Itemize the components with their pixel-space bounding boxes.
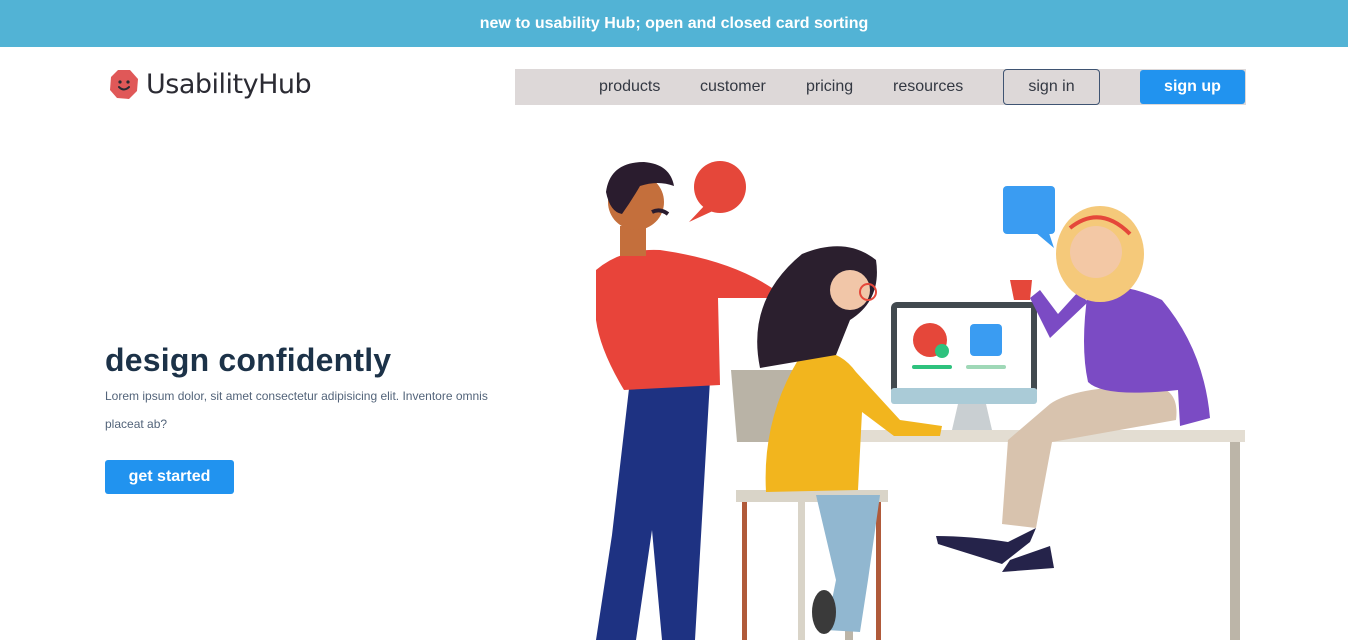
hero-title: design confidently xyxy=(105,342,392,378)
team-collaboration-illustration xyxy=(596,161,1245,640)
nav-link-products[interactable]: products xyxy=(599,69,660,105)
announcement-bar: new to usability Hub; open and closed ca… xyxy=(0,0,1348,47)
announcement-text: new to usability Hub; open and closed ca… xyxy=(479,14,869,32)
main-nav: products customer pricing resources sign… xyxy=(515,69,1246,105)
brand-logo[interactable]: UsabilityHub xyxy=(108,68,312,100)
sign-in-button[interactable]: sign in xyxy=(1003,69,1100,105)
nav-link-resources[interactable]: resources xyxy=(893,69,963,105)
brand-name: UsabilityHub xyxy=(146,68,312,100)
red-speech-bubble-icon xyxy=(689,161,746,222)
monitor xyxy=(891,302,1037,430)
get-started-button[interactable]: get started xyxy=(105,460,234,494)
nav-link-customer[interactable]: customer xyxy=(700,69,766,105)
hero-description: Lorem ipsum dolor, sit amet consectetur … xyxy=(105,389,488,431)
blue-speech-bubble-icon xyxy=(1003,186,1055,248)
sign-up-button[interactable]: sign up xyxy=(1140,70,1245,104)
nav-link-pricing[interactable]: pricing xyxy=(806,69,853,105)
smiling-blob-icon xyxy=(110,70,138,99)
